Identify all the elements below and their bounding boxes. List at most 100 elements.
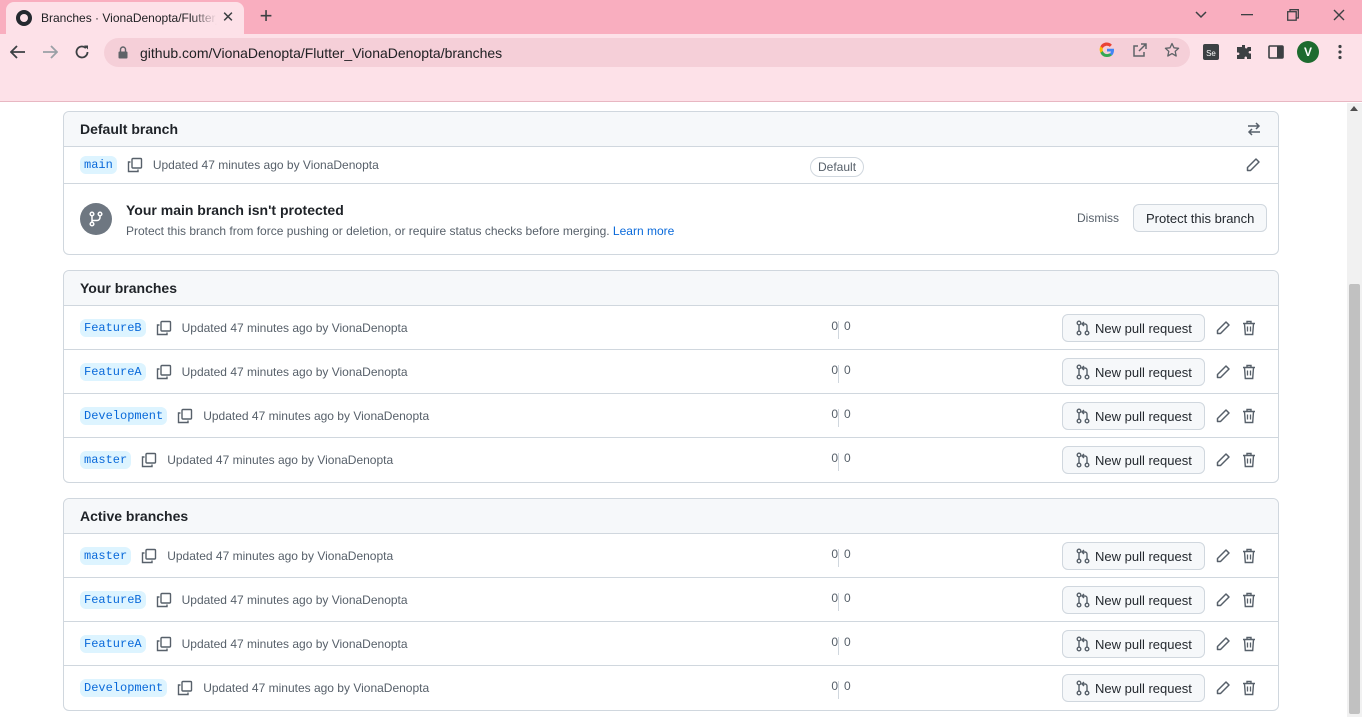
- browser-tab[interactable]: Branches · VionaDenopta/Flutter_VionaDen…: [6, 2, 244, 34]
- ahead-behind-count: 0 0: [828, 679, 852, 701]
- profile-avatar[interactable]: V: [1297, 41, 1319, 63]
- new-pull-request-button[interactable]: New pull request: [1062, 402, 1205, 430]
- branch-row: master Updated 47 minutes ago by VionaDe…: [64, 534, 1278, 578]
- copy-icon[interactable]: [141, 548, 157, 564]
- delete-branch-icon[interactable]: [1241, 408, 1257, 424]
- new-pull-request-button[interactable]: New pull request: [1062, 586, 1205, 614]
- address-bar[interactable]: github.com/VionaDenopta/Flutter_VionaDen…: [104, 38, 1190, 67]
- rename-branch-icon[interactable]: [1215, 680, 1231, 696]
- dismiss-button[interactable]: Dismiss: [1077, 211, 1119, 225]
- new-pull-request-button[interactable]: New pull request: [1062, 358, 1205, 386]
- browser-menu-icon[interactable]: [1330, 42, 1350, 62]
- side-panel-icon[interactable]: [1266, 42, 1286, 62]
- branch-updated-text: Updated 47 minutes ago by VionaDenopta: [181, 365, 408, 379]
- commits-ahead: 0: [831, 407, 838, 421]
- copy-icon[interactable]: [156, 364, 172, 380]
- delete-branch-icon[interactable]: [1241, 452, 1257, 468]
- switch-default-branch-icon[interactable]: [1246, 121, 1262, 137]
- branch-updated-text: Updated 47 minutes ago by VionaDenopta: [167, 549, 394, 563]
- pull-request-icon: [1076, 364, 1090, 380]
- branch-name-link[interactable]: master: [80, 451, 132, 469]
- new-pull-request-button[interactable]: New pull request: [1062, 446, 1205, 474]
- new-pull-request-button[interactable]: New pull request: [1062, 674, 1205, 702]
- delete-branch-icon[interactable]: [1241, 364, 1257, 380]
- new-pull-request-button[interactable]: New pull request: [1062, 314, 1205, 342]
- branch-name-link[interactable]: main: [80, 156, 117, 174]
- branch-name-link[interactable]: FeatureA: [80, 363, 146, 381]
- branch-name-link[interactable]: FeatureB: [80, 319, 146, 337]
- selenium-extension-icon[interactable]: Se: [1201, 42, 1221, 62]
- ahead-behind-divider: [838, 453, 839, 471]
- browser-toolbar: github.com/VionaDenopta/Flutter_VionaDen…: [0, 34, 1362, 70]
- default-branch-row: main Updated 47 minutes ago by VionaDeno…: [64, 147, 1278, 184]
- branch-name-link[interactable]: Development: [80, 679, 168, 697]
- new-pull-request-label: New pull request: [1095, 364, 1192, 380]
- ahead-behind-divider: [838, 549, 839, 567]
- branch-row: FeatureB Updated 47 minutes ago by Viona…: [64, 306, 1278, 350]
- rename-branch-icon[interactable]: [1215, 364, 1231, 380]
- delete-branch-icon[interactable]: [1241, 592, 1257, 608]
- scrollbar-thumb[interactable]: [1349, 284, 1360, 714]
- rename-branch-icon[interactable]: [1215, 548, 1231, 564]
- section-title: Your branches: [80, 280, 177, 296]
- branch-updated-text: Updated 47 minutes ago by VionaDenopta: [181, 593, 408, 607]
- close-window-icon[interactable]: [1327, 5, 1351, 25]
- branch-name-link[interactable]: FeatureA: [80, 635, 146, 653]
- url-text[interactable]: github.com/VionaDenopta/Flutter_VionaDen…: [140, 45, 502, 61]
- github-favicon-icon: [16, 10, 32, 26]
- copy-icon[interactable]: [156, 320, 172, 336]
- scroll-up-arrow-icon[interactable]: [1350, 106, 1358, 111]
- copy-icon[interactable]: [177, 408, 193, 424]
- branch-row: FeatureA Updated 47 minutes ago by Viona…: [64, 350, 1278, 394]
- pull-request-icon: [1076, 548, 1090, 564]
- bookmark-star-icon[interactable]: [1163, 41, 1181, 59]
- rename-branch-icon[interactable]: [1215, 320, 1231, 336]
- branch-name-link[interactable]: Development: [80, 407, 168, 425]
- google-icon[interactable]: [1098, 41, 1116, 59]
- protect-branch-button[interactable]: Protect this branch: [1133, 204, 1268, 232]
- commits-behind: 0: [844, 591, 851, 605]
- rename-branch-icon[interactable]: [1215, 636, 1231, 652]
- minimize-icon[interactable]: [1235, 5, 1259, 25]
- delete-branch-icon[interactable]: [1241, 636, 1257, 652]
- page-scrollbar[interactable]: [1347, 103, 1362, 717]
- pull-request-icon: [1076, 452, 1090, 468]
- new-pull-request-label: New pull request: [1095, 680, 1192, 696]
- ahead-behind-divider: [838, 409, 839, 427]
- commits-ahead: 0: [831, 451, 838, 465]
- rename-branch-icon[interactable]: [1215, 592, 1231, 608]
- branch-name-link[interactable]: FeatureB: [80, 591, 146, 609]
- lock-icon[interactable]: [116, 46, 130, 60]
- reload-icon[interactable]: [70, 40, 94, 64]
- copy-icon[interactable]: [156, 636, 172, 652]
- close-tab-icon[interactable]: ✕: [220, 10, 236, 26]
- share-icon[interactable]: [1131, 41, 1149, 59]
- ahead-behind-count: 0 0: [828, 451, 852, 473]
- commits-behind: 0: [844, 679, 851, 693]
- rename-branch-icon[interactable]: [1215, 452, 1231, 468]
- branch-updated-text: Updated 47 minutes ago by VionaDenopta: [167, 453, 394, 467]
- copy-icon[interactable]: [141, 452, 157, 468]
- ahead-behind-count: 0 0: [828, 363, 852, 385]
- tab-search-icon[interactable]: [1189, 5, 1213, 25]
- active-branches-box: Active branches master Updated 47 minute…: [63, 498, 1279, 711]
- copy-icon[interactable]: [127, 157, 143, 173]
- learn-more-link[interactable]: Learn more: [613, 224, 674, 238]
- rename-branch-icon[interactable]: [1245, 157, 1261, 173]
- page-viewport: Default branch main Updated 47 minutes a…: [0, 103, 1347, 717]
- new-pull-request-label: New pull request: [1095, 452, 1192, 468]
- delete-branch-icon[interactable]: [1241, 548, 1257, 564]
- new-pull-request-button[interactable]: New pull request: [1062, 630, 1205, 658]
- branch-name-link[interactable]: master: [80, 547, 132, 565]
- copy-icon[interactable]: [177, 680, 193, 696]
- extensions-puzzle-icon[interactable]: [1234, 42, 1254, 62]
- back-icon[interactable]: [6, 40, 30, 64]
- new-pull-request-button[interactable]: New pull request: [1062, 542, 1205, 570]
- copy-icon[interactable]: [156, 592, 172, 608]
- new-tab-icon[interactable]: +: [256, 5, 276, 27]
- rename-branch-icon[interactable]: [1215, 408, 1231, 424]
- forward-icon[interactable]: [38, 40, 62, 64]
- delete-branch-icon[interactable]: [1241, 680, 1257, 696]
- delete-branch-icon[interactable]: [1241, 320, 1257, 336]
- restore-icon[interactable]: [1281, 5, 1305, 25]
